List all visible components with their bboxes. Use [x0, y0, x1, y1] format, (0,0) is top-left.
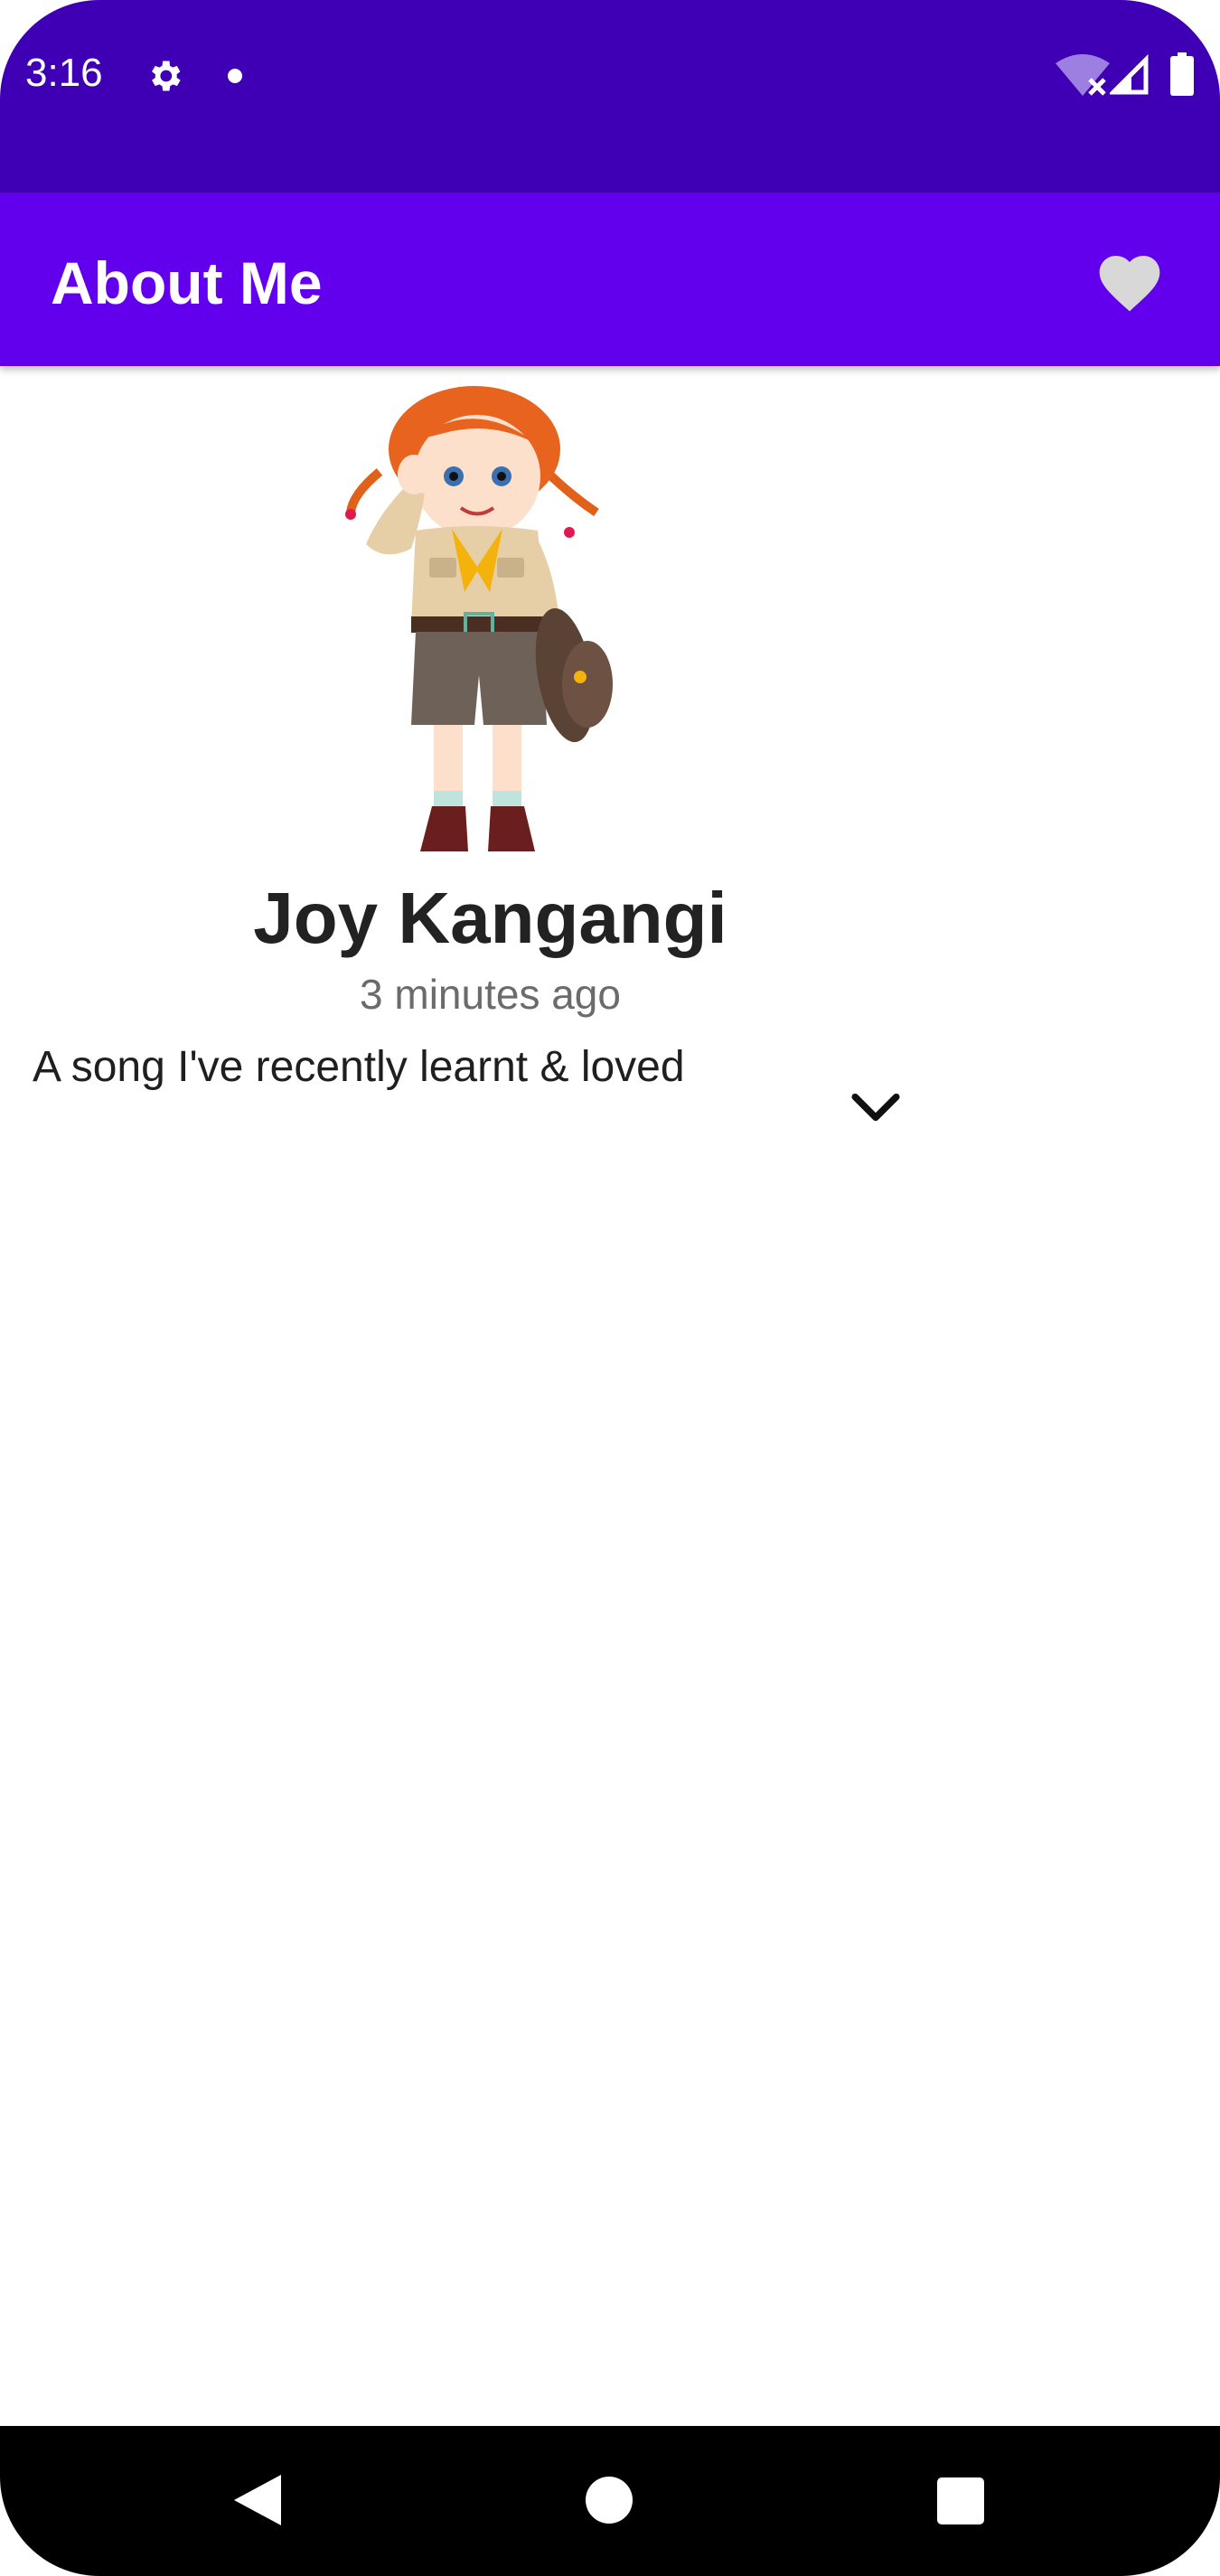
scout-girl-avatar — [345, 386, 613, 851]
wifi-off-icon — [1056, 54, 1110, 96]
heart-icon[interactable] — [1093, 247, 1166, 319]
battery-icon — [1170, 52, 1194, 96]
chevron-down-icon[interactable] — [849, 1089, 902, 1127]
cell-signal-icon — [1110, 54, 1149, 95]
page-title: About Me — [51, 249, 323, 316]
back-icon[interactable] — [230, 2471, 285, 2529]
home-icon[interactable] — [586, 2477, 633, 2524]
profile-name: Joy Kangangi — [253, 878, 727, 958]
recents-icon[interactable] — [937, 2477, 984, 2524]
app-bar: About Me — [0, 193, 1220, 366]
navigation-bar — [0, 2426, 1220, 2576]
gear-icon — [152, 61, 181, 91]
profile-timestamp: 3 minutes ago — [360, 971, 621, 1018]
song-label: A song I've recently learnt & loved — [33, 1043, 685, 1091]
status-bar: 3:16 — [0, 0, 1220, 193]
status-time: 3:16 — [25, 51, 103, 95]
notification-dot-icon — [228, 69, 242, 83]
phone-screen: 3:16 About Me Joy Kangangi 3 minutes ago… — [0, 0, 1220, 2576]
